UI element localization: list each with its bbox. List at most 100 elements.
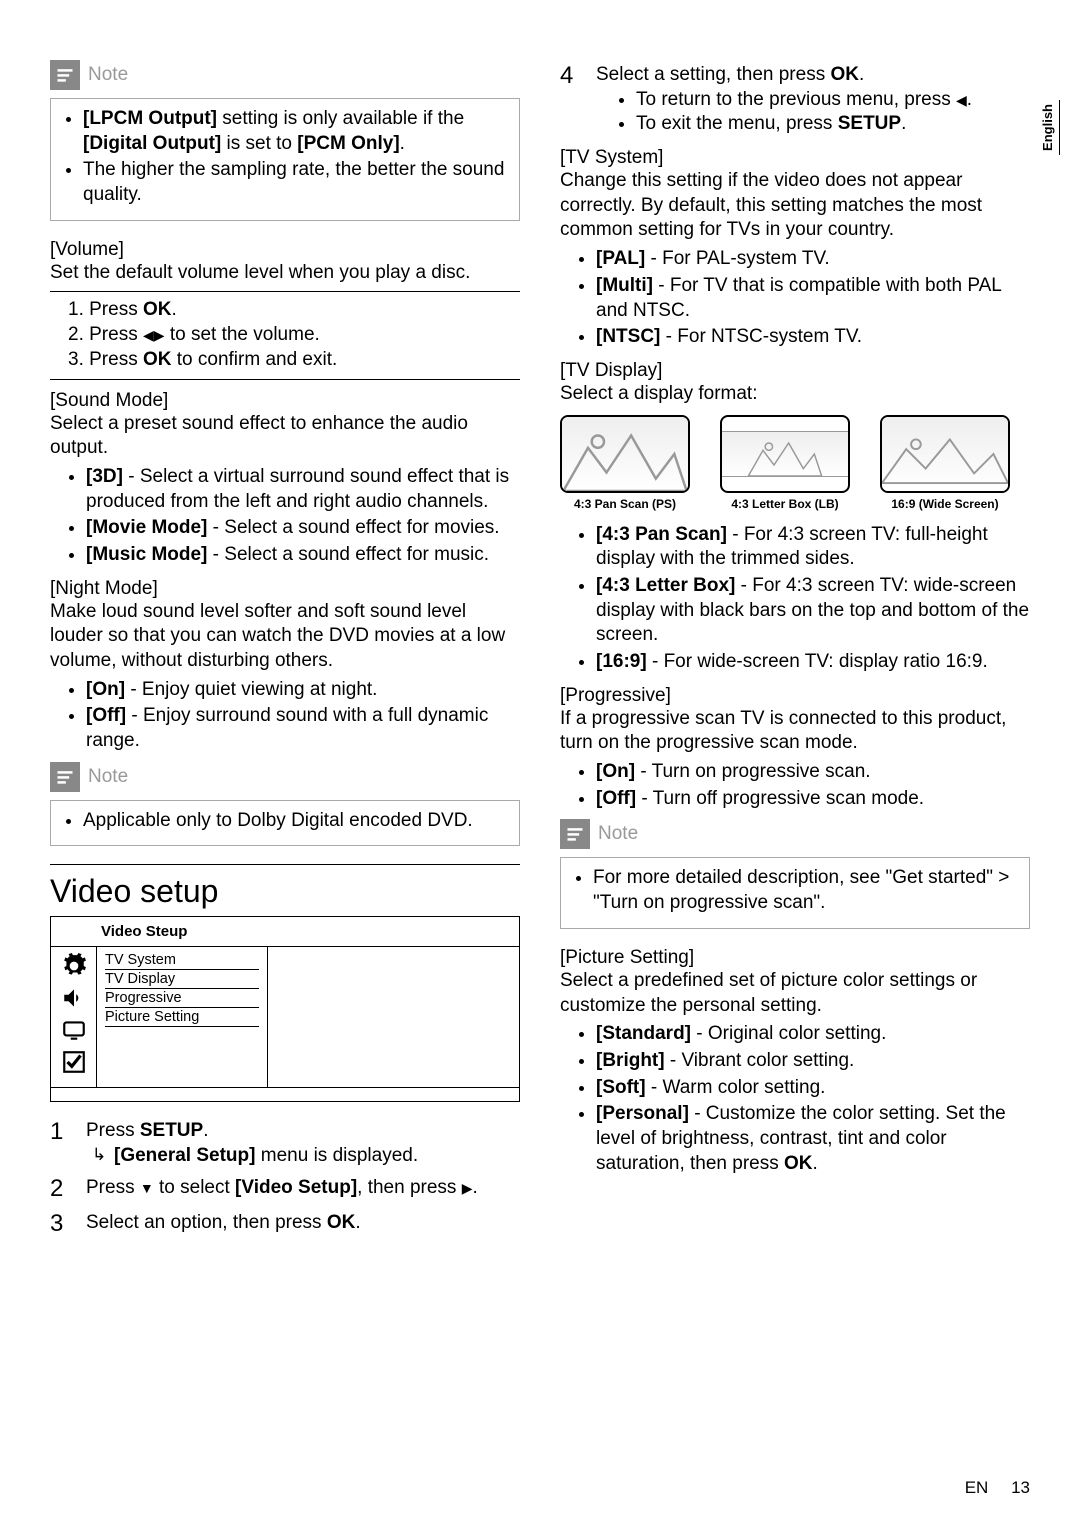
- note-title: Note: [88, 64, 128, 86]
- tv-system-heading: [TV System]: [560, 147, 1030, 169]
- option: [NTSC] - For NTSC-system TV.: [596, 325, 1030, 350]
- menu-values: [267, 947, 519, 1087]
- tv-system-options: [PAL] - For PAL-system TV. [Multi] - For…: [560, 247, 1030, 350]
- tv-label: 4:3 Pan Scan (PS): [560, 497, 690, 511]
- step: 2. Press to set the volume.: [68, 323, 520, 348]
- video-setup-steps: Press SETUP. [General Setup] menu is dis…: [50, 1116, 520, 1239]
- menu-icon-column: [51, 947, 97, 1087]
- tv-letter-box: 4:3 Letter Box (LB): [720, 415, 850, 511]
- menu-item: Picture Setting: [105, 1008, 259, 1027]
- page-content: Note [LPCM Output] setting is only avail…: [0, 0, 1080, 1283]
- tv-label: 4:3 Letter Box (LB): [720, 497, 850, 511]
- menu-item: TV Display: [105, 970, 259, 989]
- option: [Movie Mode] - Select a sound effect for…: [86, 516, 520, 541]
- note-item: The higher the sampling rate, the better…: [83, 158, 505, 207]
- menu-footer: [51, 1087, 519, 1101]
- picture-setting-heading: [Picture Setting]: [560, 947, 1030, 969]
- progressive-options: [On] - Turn on progressive scan. [Off] -…: [560, 760, 1030, 811]
- option: [3D] - Select a virtual surround sound e…: [86, 465, 520, 514]
- note-box-dolby: Note Applicable only to Dolby Digital en…: [50, 762, 520, 847]
- option: [Standard] - Original color setting.: [596, 1022, 1030, 1047]
- divider: [50, 379, 520, 380]
- section-divider: [50, 864, 520, 865]
- note-icon: [50, 762, 80, 792]
- night-mode-heading: [Night Mode]: [50, 578, 520, 600]
- note-icon: [50, 60, 80, 90]
- video-setup-menu: Video Steup TV System TV Display Progres…: [50, 916, 520, 1102]
- option: [Off] - Enjoy surround sound with a full…: [86, 704, 520, 753]
- option: [Soft] - Warm color setting.: [596, 1076, 1030, 1101]
- option: [On] - Turn on progressive scan.: [596, 760, 1030, 785]
- tv-label: 16:9 (Wide Screen): [880, 497, 1010, 511]
- note-item: For more detailed description, see "Get …: [593, 866, 1015, 915]
- right-arrow-icon: [462, 1177, 473, 1198]
- option: [4:3 Pan Scan] - For 4:3 screen TV: full…: [596, 523, 1030, 572]
- note-box-lpcm: Note [LPCM Output] setting is only avail…: [50, 60, 520, 221]
- step-2: Press to select [Video Setup], then pres…: [50, 1173, 520, 1204]
- night-mode-options: [On] - Enjoy quiet viewing at night. [Of…: [50, 678, 520, 754]
- gear-icon: [61, 953, 87, 979]
- step-sub: To return to the previous menu, press .: [636, 88, 1030, 113]
- volume-steps: 1. Press OK. 2. Press to set the volume.…: [50, 298, 520, 372]
- step-4: Select a setting, then press OK. To retu…: [560, 60, 1030, 137]
- night-mode-desc: Make loud sound level softer and soft so…: [50, 600, 520, 674]
- tv-system-desc: Change this setting if the video does no…: [560, 169, 1030, 243]
- footer-page-number: 13: [1011, 1478, 1030, 1497]
- page-footer: EN 13: [965, 1478, 1030, 1498]
- option: [Multi] - For TV that is compatible with…: [596, 274, 1030, 323]
- step: 1. Press OK.: [68, 298, 520, 323]
- mountain-icon: [722, 432, 848, 476]
- option: [4:3 Letter Box] - For 4:3 screen TV: wi…: [596, 574, 1030, 648]
- option: [Bright] - Vibrant color setting.: [596, 1049, 1030, 1074]
- note-body: [LPCM Output] setting is only available …: [51, 99, 519, 220]
- left-arrow-icon: [143, 324, 154, 345]
- option: [16:9] - For wide-screen TV: display rat…: [596, 650, 1030, 675]
- option: [PAL] - For PAL-system TV.: [596, 247, 1030, 272]
- left-column: Note [LPCM Output] setting is only avail…: [50, 60, 520, 1243]
- tv-pan-scan: 4:3 Pan Scan (PS): [560, 415, 690, 511]
- step-3: Select an option, then press OK.: [50, 1208, 520, 1239]
- note-title: Note: [88, 766, 128, 788]
- option: [Personal] - Customize the color setting…: [596, 1102, 1030, 1176]
- note-title: Note: [598, 823, 638, 845]
- option: [Music Mode] - Select a sound effect for…: [86, 543, 520, 568]
- speaker-icon: [61, 985, 87, 1011]
- step-1: Press SETUP. [General Setup] menu is dis…: [50, 1116, 520, 1168]
- menu-items: TV System TV Display Progressive Picture…: [97, 947, 267, 1087]
- menu-title: Video Steup: [51, 917, 519, 947]
- right-arrow-icon: [154, 324, 165, 345]
- progressive-heading: [Progressive]: [560, 685, 1030, 707]
- note-item: Applicable only to Dolby Digital encoded…: [83, 809, 505, 834]
- note-icon: [560, 819, 590, 849]
- down-arrow-icon: [140, 1177, 154, 1198]
- footer-lang: EN: [965, 1478, 989, 1497]
- tv-display-diagrams: 4:3 Pan Scan (PS) 4:3 Letter Box (LB) 16…: [560, 415, 1030, 511]
- tv-display-desc: Select a display format:: [560, 382, 1030, 407]
- note-box-progressive: Note For more detailed description, see …: [560, 819, 1030, 928]
- step-4-block: Select a setting, then press OK. To retu…: [560, 60, 1030, 137]
- checkbox-icon: [61, 1049, 87, 1075]
- tv-display-options: [4:3 Pan Scan] - For 4:3 screen TV: full…: [560, 523, 1030, 675]
- divider: [50, 291, 520, 292]
- sound-mode-options: [3D] - Select a virtual surround sound e…: [50, 465, 520, 568]
- sound-mode-heading: [Sound Mode]: [50, 390, 520, 412]
- picture-setting-desc: Select a predefined set of picture color…: [560, 969, 1030, 1018]
- monitor-icon: [61, 1017, 87, 1043]
- step-sub: To exit the menu, press SETUP.: [636, 112, 1030, 137]
- mountain-icon: [562, 417, 688, 491]
- sound-mode-desc: Select a preset sound effect to enhance …: [50, 412, 520, 461]
- tv-wide-screen: 16:9 (Wide Screen): [880, 415, 1010, 511]
- step-substep: [General Setup] menu is displayed.: [86, 1144, 520, 1169]
- option: [Off] - Turn off progressive scan mode.: [596, 787, 1030, 812]
- left-arrow-icon: [956, 89, 967, 110]
- note-item: [LPCM Output] setting is only available …: [83, 107, 505, 156]
- picture-setting-options: [Standard] - Original color setting. [Br…: [560, 1022, 1030, 1176]
- menu-item: Progressive: [105, 989, 259, 1008]
- volume-heading: [Volume]: [50, 239, 520, 261]
- menu-item: TV System: [105, 951, 259, 970]
- tv-display-heading: [TV Display]: [560, 360, 1030, 382]
- video-setup-heading: Video setup: [50, 873, 520, 910]
- step: 3. Press OK to confirm and exit.: [68, 348, 520, 373]
- language-tab: English: [1040, 100, 1060, 155]
- right-column: Select a setting, then press OK. To retu…: [560, 60, 1030, 1243]
